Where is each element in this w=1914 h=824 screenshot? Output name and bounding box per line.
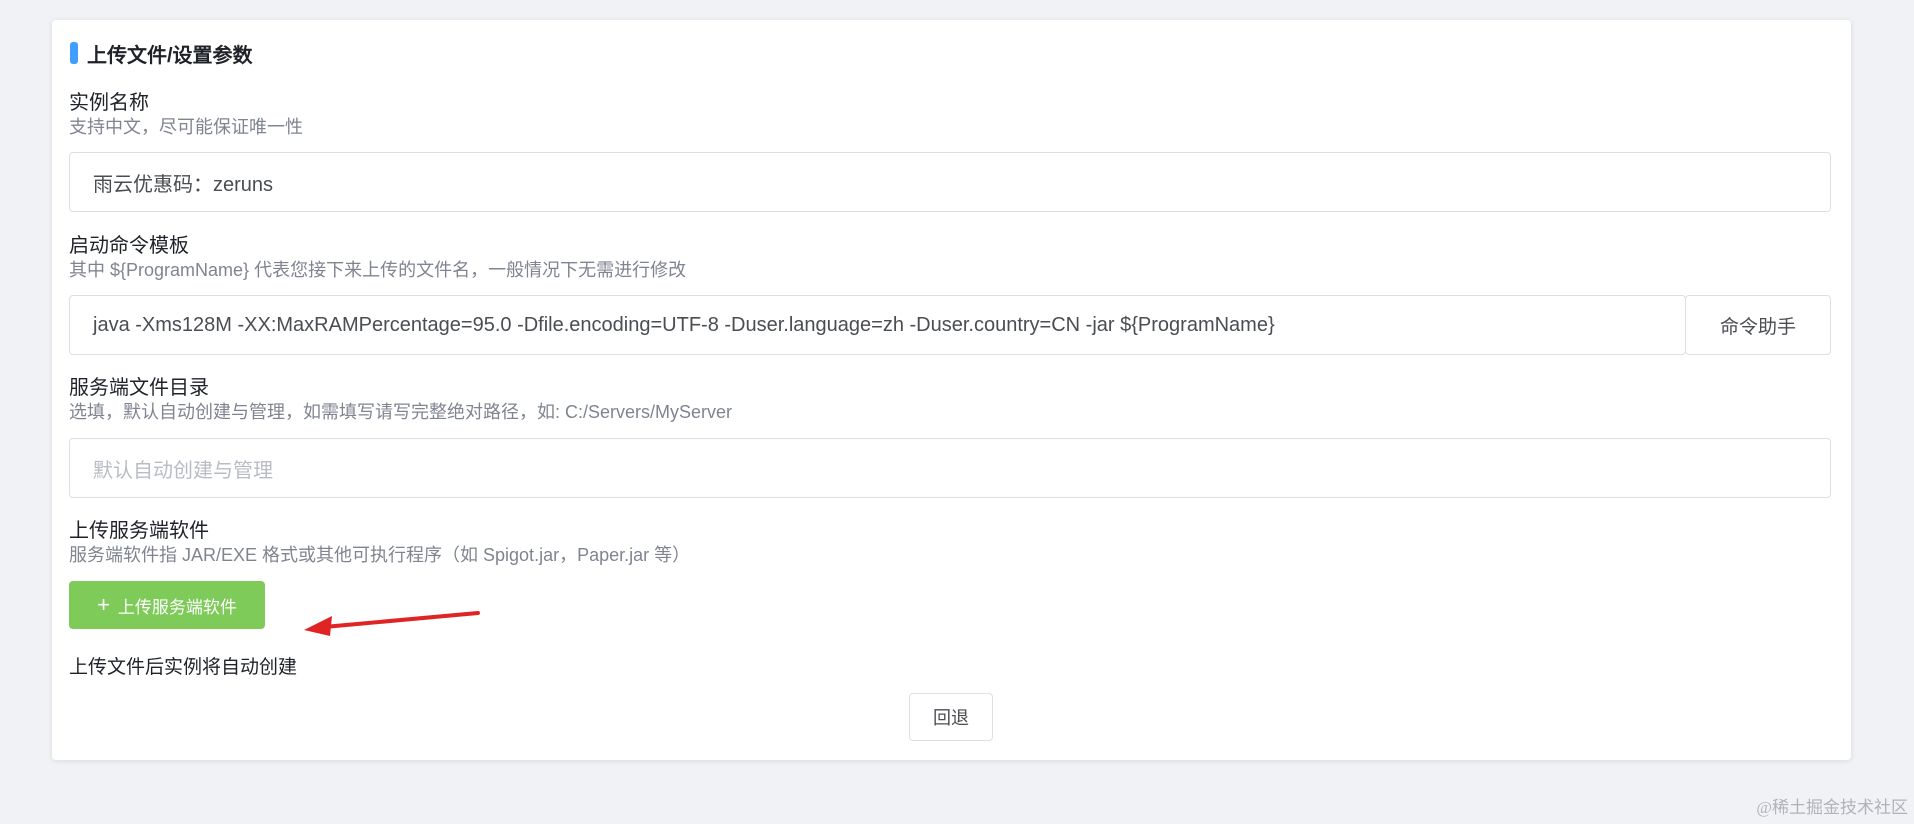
card-title: 上传文件/设置参数	[70, 40, 253, 67]
instance-name-label: 实例名称	[69, 92, 149, 114]
command-helper-button[interactable]: 命令助手	[1685, 295, 1831, 355]
red-arrow-icon	[304, 611, 480, 636]
start-command-input[interactable]: java -Xms128M -XX:MaxRAMPercentage=95.0 …	[69, 295, 1686, 355]
start-command-description: 其中 ${ProgramName} 代表您接下来上传的文件名，一般情况下无需进行…	[69, 260, 687, 280]
server-dir-description: 选填，默认自动创建与管理，如需填写请写完整绝对路径，如: C:/Servers/…	[69, 402, 733, 422]
upload-button-label: 上传服务端软件	[117, 597, 237, 617]
title-accent-bar	[70, 42, 78, 64]
upload-note: 上传文件后实例将自动创建	[69, 657, 298, 678]
instance-name-description: 支持中文，尽可能保证唯一性	[69, 117, 303, 137]
back-button[interactable]: 回退	[909, 693, 993, 741]
upload-label: 上传服务端软件	[69, 520, 209, 542]
upload-server-button[interactable]: + 上传服务端软件	[69, 581, 265, 629]
start-command-label: 启动命令模板	[69, 235, 189, 257]
watermark: @稀土掘金技术社区	[1756, 798, 1908, 817]
server-dir-input[interactable]: 默认自动创建与管理	[69, 438, 1831, 498]
server-dir-label: 服务端文件目录	[69, 377, 209, 399]
instance-name-input[interactable]: 雨云优惠码：zeruns	[69, 152, 1831, 212]
upload-settings-card: 上传文件/设置参数 实例名称 支持中文，尽可能保证唯一性 雨云优惠码：zerun…	[52, 20, 1851, 760]
card-title-text: 上传文件/设置参数	[87, 44, 253, 67]
upload-description: 服务端软件指 JAR/EXE 格式或其他可执行程序（如 Spigot.jar，P…	[69, 545, 691, 565]
plus-icon: +	[97, 592, 110, 617]
